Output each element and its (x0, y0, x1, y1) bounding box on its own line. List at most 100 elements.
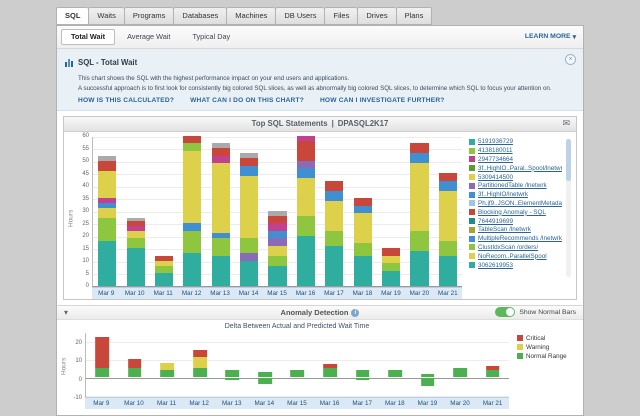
tab-waits[interactable]: Waits (88, 7, 123, 25)
x-label-mar-10[interactable]: Mar 10 (118, 400, 151, 407)
x-label-mar-12[interactable]: Mar 12 (183, 400, 216, 407)
x-label-mar-15[interactable]: Mar 15 (263, 290, 291, 297)
stacked-bar-mar-16[interactable] (297, 136, 315, 286)
bar-segment[interactable] (382, 263, 400, 271)
bar-segment[interactable] (421, 374, 435, 378)
bar-segment[interactable] (193, 357, 207, 368)
x-label-mar-11[interactable]: Mar 11 (149, 290, 177, 297)
bar-segment[interactable] (354, 243, 372, 256)
bar-segment[interactable] (183, 253, 201, 286)
bar-segment[interactable] (240, 176, 258, 239)
bar-segment[interactable] (258, 372, 272, 377)
bar-segment[interactable] (98, 218, 116, 241)
stacked-bar-mar-19[interactable] (382, 248, 400, 286)
bar-segment[interactable] (410, 153, 428, 163)
bar-segment[interactable] (98, 171, 116, 199)
bar-segment[interactable] (268, 266, 286, 286)
scrollbar-thumb[interactable] (566, 139, 571, 181)
x-label-mar-21[interactable]: Mar 21 (476, 400, 509, 407)
bar-segment[interactable] (297, 141, 315, 161)
stacked-bar-mar-17[interactable] (325, 181, 343, 286)
bar-segment[interactable] (226, 378, 240, 380)
tab-db-users[interactable]: DB Users (275, 7, 324, 25)
bar-segment[interactable] (354, 256, 372, 286)
anomaly-bar-mar-16[interactable] (323, 364, 337, 377)
legend-item[interactable]: 3062619953 (469, 261, 562, 270)
bar-segment[interactable] (193, 350, 207, 357)
banner-link-2[interactable]: WHAT CAN I DO ON THIS CHART? (190, 97, 304, 104)
x-label-mar-18[interactable]: Mar 18 (348, 290, 376, 297)
legend-item[interactable]: TableScan /lnetwrk (469, 225, 562, 234)
legend-item[interactable]: 7644919699 (469, 217, 562, 226)
show-normal-bars-toggle[interactable]: Show Normal Bars (495, 307, 576, 317)
x-label-mar-13[interactable]: Mar 13 (206, 290, 234, 297)
bar-segment[interactable] (410, 143, 428, 153)
bar-segment[interactable] (297, 216, 315, 236)
x-label-mar-10[interactable]: Mar 10 (120, 290, 148, 297)
bar-segment[interactable] (268, 238, 286, 246)
bar-segment[interactable] (382, 248, 400, 256)
toggle-switch[interactable] (495, 307, 515, 317)
legend-item[interactable]: 5191936729 (469, 138, 562, 147)
bar-segment[interactable] (439, 241, 457, 256)
bar-segment[interactable] (382, 256, 400, 264)
banner-link-1[interactable]: HOW IS THIS CALCULATED? (78, 97, 174, 104)
stacked-bar-mar-13[interactable] (212, 143, 230, 286)
bar-segment[interactable] (268, 246, 286, 256)
bar-segment[interactable] (240, 158, 258, 166)
bar-segment[interactable] (183, 231, 201, 254)
tab-databases[interactable]: Databases (173, 7, 226, 25)
anomaly-bar-negative-mar-14[interactable] (258, 378, 272, 383)
bar-segment[interactable] (161, 363, 175, 370)
legend-item[interactable]: Blocking Anomaly - SQL (469, 208, 562, 217)
bar-segment[interactable] (439, 181, 457, 191)
bar-segment[interactable] (155, 266, 173, 274)
anomaly-bar-mar-10[interactable] (128, 359, 142, 377)
x-label-mar-20[interactable]: Mar 20 (405, 290, 433, 297)
anomaly-bar-mar-17[interactable] (356, 370, 370, 377)
legend-item[interactable]: MultipleRecommends /lnetwrk (469, 234, 562, 243)
anomaly-bar-negative-mar-19[interactable] (421, 378, 435, 385)
stacked-bar-mar-10[interactable] (127, 218, 145, 286)
bar-segment[interactable] (95, 368, 109, 377)
stacked-bar-mar-21[interactable] (439, 173, 457, 286)
subtab-total-wait[interactable]: Total Wait (61, 29, 115, 45)
bar-segment[interactable] (325, 201, 343, 231)
bar-segment[interactable] (388, 370, 402, 377)
bar-segment[interactable] (268, 256, 286, 266)
anomaly-bar-mar-18[interactable] (388, 370, 402, 377)
bar-segment[interactable] (439, 256, 457, 286)
legend-item[interactable]: 3f..HighIO/lnetwrk (469, 190, 562, 199)
bar-segment[interactable] (297, 161, 315, 169)
anomaly-bar-mar-12[interactable] (193, 350, 207, 377)
bar-segment[interactable] (439, 191, 457, 241)
x-label-mar-19[interactable]: Mar 19 (411, 400, 444, 407)
legend-scrollbar[interactable] (566, 139, 571, 277)
anomaly-bar-mar-14[interactable] (258, 372, 272, 377)
x-label-mar-17[interactable]: Mar 17 (346, 400, 379, 407)
stacked-bar-mar-11[interactable] (155, 256, 173, 286)
x-label-mar-13[interactable]: Mar 13 (215, 400, 248, 407)
bar-segment[interactable] (98, 241, 116, 286)
legend-item[interactable]: Ph.jf9..JSON..ElementMetadata/ (469, 199, 562, 208)
legend-item[interactable]: 4138180011 (469, 146, 562, 155)
tab-drives[interactable]: Drives (357, 7, 395, 25)
bar-segment[interactable] (354, 198, 372, 206)
bar-segment[interactable] (240, 166, 258, 176)
bar-segment[interactable] (297, 236, 315, 286)
bar-segment[interactable] (453, 368, 467, 377)
bar-segment[interactable] (410, 163, 428, 231)
anomaly-bar-negative-mar-17[interactable] (356, 378, 370, 380)
bar-segment[interactable] (268, 231, 286, 239)
bar-segment[interactable] (127, 238, 145, 248)
bar-segment[interactable] (240, 253, 258, 261)
subtab-average-wait[interactable]: Average Wait (117, 29, 180, 45)
bar-segment[interactable] (297, 168, 315, 178)
banner-link-3[interactable]: HOW CAN I INVESTIGATE FURTHER? (320, 97, 445, 104)
bar-segment[interactable] (193, 368, 207, 377)
bar-segment[interactable] (354, 213, 372, 243)
anomaly-bar-mar-20[interactable] (453, 368, 467, 377)
tab-files[interactable]: Files (324, 7, 357, 25)
bar-segment[interactable] (323, 368, 337, 377)
bar-segment[interactable] (212, 148, 230, 156)
